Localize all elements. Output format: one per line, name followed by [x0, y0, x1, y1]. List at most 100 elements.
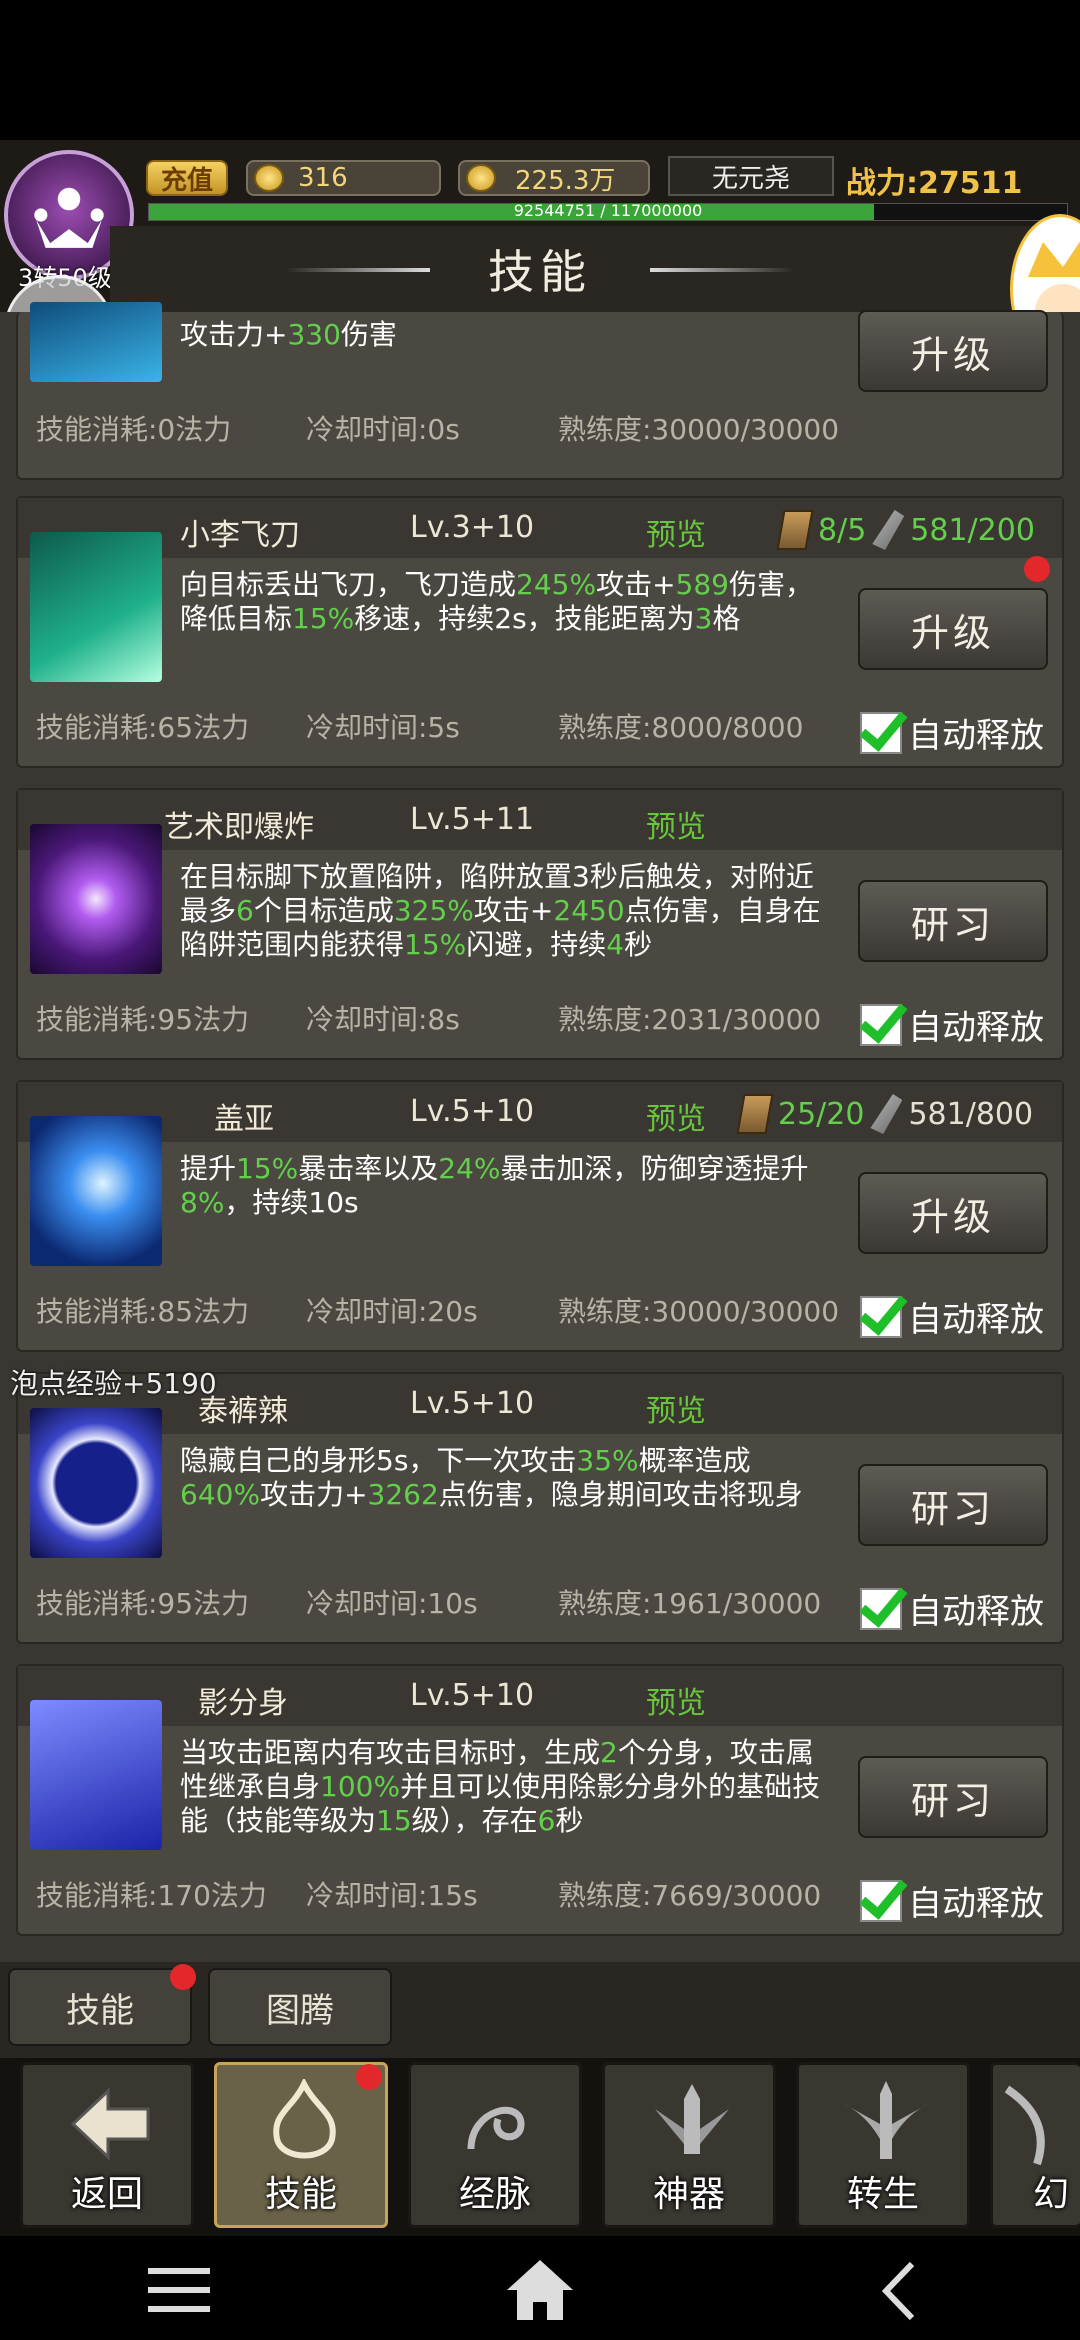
tab-skills[interactable]: 技能: [8, 1968, 192, 2046]
tab-totem[interactable]: 图腾: [208, 1968, 392, 2046]
preview-link[interactable]: 预览: [646, 1386, 706, 1430]
floating-exp-text: 泡点经验+5190: [10, 1367, 217, 1400]
player-name: 无元尧: [668, 156, 834, 196]
skill-cooldown: 冷却时间:0s: [306, 413, 460, 446]
skill-card-partial: 攻击力+330伤害 升级 技能消耗:0法力 冷却时间:0s 熟练度:30000/…: [16, 302, 1064, 480]
upgrade-button[interactable]: 升级: [858, 588, 1048, 670]
skill-cost: 技能消耗:65法力: [36, 711, 250, 744]
preview-link[interactable]: 预览: [646, 1678, 706, 1722]
skill-description: 隐藏自己的身形5s，下一次攻击35%概率造成640%攻击力+3262点伤害，隐身…: [180, 1444, 803, 1511]
auto-cast-toggle[interactable]: 自动释放: [860, 1000, 1044, 1049]
skill-book-icon: [776, 510, 814, 550]
auto-cast-label: 自动释放: [908, 1008, 1044, 1048]
flame-emblem-icon: [273, 2079, 336, 2159]
dragon-emblem-icon: [467, 2106, 525, 2150]
upgrade-materials: 25/20 581/800: [736, 1094, 1034, 1134]
back-icon[interactable]: [878, 2260, 918, 2322]
skill-description: 当攻击距离内有攻击目标时，生成2个分身，攻击属性继承自身100%并且可以使用除影…: [180, 1736, 821, 1837]
checkbox-checked-icon: [860, 711, 902, 754]
nav-artifact[interactable]: 神器: [602, 2062, 776, 2228]
skill-description: 提升15%暴击率以及24%暴击加深，防御穿透提升8%，持续10s: [180, 1152, 809, 1219]
skill-cost: 技能消耗:170法力: [36, 1879, 267, 1912]
winged-sword-icon: [844, 2081, 928, 2159]
nav-label: 神器: [652, 2174, 725, 2215]
wing-icon: [1004, 2085, 1045, 2166]
skill-card-header: [18, 1666, 1062, 1726]
coin-value: 225.3万: [515, 165, 616, 196]
skill-level: Lv.5+10: [410, 1678, 535, 1713]
book-count: 8/5: [818, 512, 867, 548]
recharge-button[interactable]: 充值: [146, 160, 228, 196]
skill-cooldown: 冷却时间:15s: [306, 1879, 478, 1912]
skill-description: 攻击力+330伤害: [180, 318, 397, 351]
skill-cost: 技能消耗:85法力: [36, 1295, 250, 1328]
upgrade-button[interactable]: 升级: [858, 1172, 1048, 1254]
skill-card: 艺术即爆炸 Lv.5+11 预览 在目标脚下放置陷阱，陷阱放置3秒后触发，对附近…: [16, 788, 1064, 1060]
skill-level: Lv.3+10: [410, 510, 535, 545]
nav-label: 返回: [70, 2174, 143, 2215]
upgrade-materials: 8/5 581/200: [776, 510, 1035, 550]
auto-cast-label: 自动释放: [908, 716, 1044, 756]
nav-illusion[interactable]: 幻: [990, 2062, 1080, 2228]
gold-value: 316: [298, 163, 348, 193]
skill-proficiency: 熟练度:30000/30000: [558, 413, 840, 446]
home-icon[interactable]: [505, 2258, 575, 2322]
skill-card: 小李飞刀 Lv.3+10 预览 向目标丢出飞刀，飞刀造成245%攻击+589伤害…: [16, 496, 1064, 768]
gold-counter[interactable]: 316: [246, 160, 441, 196]
nav-meridian[interactable]: 经脉: [408, 2062, 582, 2228]
skill-cooldown: 冷却时间:8s: [306, 1003, 460, 1036]
skill-card: 影分身 Lv.5+10 预览 当攻击距离内有攻击目标时，生成2个分身，攻击属性继…: [16, 1664, 1064, 1936]
auto-cast-toggle[interactable]: 自动释放: [860, 708, 1044, 757]
skill-icon[interactable]: [30, 824, 162, 974]
skill-book-icon: [736, 1094, 774, 1134]
skill-cost: 技能消耗:95法力: [36, 1587, 250, 1620]
nav-label: 幻: [1033, 2174, 1070, 2215]
preview-link[interactable]: 预览: [646, 510, 706, 554]
skill-level: Lv.5+10: [410, 1094, 535, 1129]
combat-power: 战力:27511: [846, 158, 1022, 202]
power-label: 战力:: [846, 166, 918, 201]
skill-description: 向目标丢出飞刀，飞刀造成245%攻击+589伤害，降低目标15%移速，持续2s，…: [180, 568, 814, 635]
skill-level: Lv.5+10: [410, 1386, 535, 1421]
auto-cast-toggle[interactable]: 自动释放: [860, 1584, 1044, 1633]
skill-proficiency: 熟练度:2031/30000: [558, 1003, 822, 1036]
skill-cost: 技能消耗:95法力: [36, 1003, 250, 1036]
book-count: 25/20: [778, 1096, 865, 1132]
menu-icon[interactable]: [148, 2264, 210, 2316]
skill-cost: 技能消耗:0法力: [36, 413, 232, 446]
nav-label: 技能: [264, 2174, 337, 2215]
nav-back[interactable]: 返回: [20, 2062, 194, 2228]
skill-icon-partial: [30, 302, 162, 382]
skill-name: 盖亚: [214, 1102, 274, 1137]
preview-link[interactable]: 预览: [646, 1094, 706, 1138]
page-title: 技能: [488, 245, 592, 299]
upgrade-button[interactable]: 升级: [858, 310, 1048, 392]
coin-counter[interactable]: 225.3万: [458, 160, 650, 196]
checkbox-checked-icon: [860, 1879, 902, 1922]
gold-ingot-icon: [254, 164, 284, 192]
skill-name: 影分身: [198, 1686, 288, 1721]
skill-description: 在目标脚下放置陷阱，陷阱放置3秒后触发，对附近最多6个目标造成325%攻击+24…: [180, 860, 821, 961]
auto-cast-toggle[interactable]: 自动释放: [860, 1876, 1044, 1925]
skill-icon[interactable]: [30, 1408, 162, 1558]
skill-icon[interactable]: [30, 1116, 162, 1266]
checkbox-checked-icon: [860, 1587, 902, 1630]
study-button[interactable]: 研习: [858, 880, 1048, 962]
auto-cast-toggle[interactable]: 自动释放: [860, 1292, 1044, 1341]
notification-dot: [1024, 556, 1050, 582]
skill-cooldown: 冷却时间:10s: [306, 1587, 478, 1620]
skill-level: Lv.5+11: [410, 802, 535, 837]
preview-link[interactable]: 预览: [646, 802, 706, 846]
nav-label: 经脉: [458, 2174, 531, 2215]
skill-icon[interactable]: [30, 1700, 162, 1850]
coin-icon: [466, 164, 496, 192]
study-button[interactable]: 研习: [858, 1464, 1048, 1546]
study-button[interactable]: 研习: [858, 1756, 1048, 1838]
skill-icon[interactable]: [30, 532, 162, 682]
material-count: 581/800: [908, 1096, 1034, 1132]
auto-cast-label: 自动释放: [908, 1884, 1044, 1924]
back-arrow-icon: [70, 2087, 150, 2161]
skill-cooldown: 冷却时间:20s: [306, 1295, 478, 1328]
nav-rebirth[interactable]: 转生: [796, 2062, 970, 2228]
skill-proficiency: 熟练度:7669/30000: [558, 1879, 822, 1912]
